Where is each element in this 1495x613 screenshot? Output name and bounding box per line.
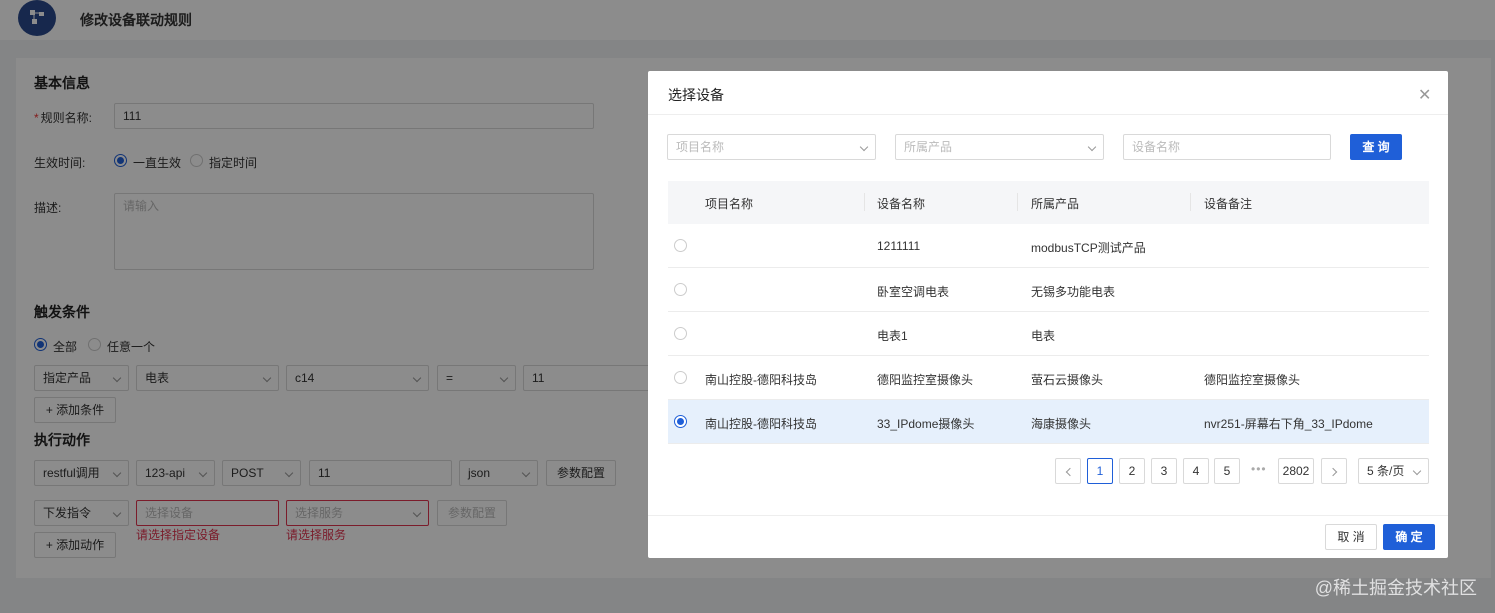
chevron-right-icon <box>1328 467 1337 477</box>
table-row[interactable]: 电表1 电表 <box>668 312 1429 356</box>
column-header-remark: 设备备注 <box>1204 197 1253 211</box>
column-header-project: 项目名称 <box>705 197 754 211</box>
watermark: @稀土掘金技术社区 <box>1314 578 1477 598</box>
cell-device: 1211111 <box>877 239 921 253</box>
header-divider <box>648 114 1448 115</box>
column-header-product: 所属产品 <box>1031 197 1080 211</box>
product-filter-select[interactable]: 所属产品 <box>895 134 1104 160</box>
table-row[interactable]: 南山控股-德阳科技岛 德阳监控室摄像头 萤石云摄像头 德阳监控室摄像头 <box>668 356 1429 400</box>
table-row[interactable]: 1211111 modbusTCP测试产品 <box>668 224 1429 268</box>
row-select-radio[interactable] <box>674 327 687 340</box>
page-1[interactable]: 1 <box>1087 458 1113 484</box>
chevron-left-icon <box>1065 467 1074 477</box>
cell-project: 南山控股-德阳科技岛 <box>705 373 817 387</box>
modal-title: 选择设备 <box>668 87 724 103</box>
column-separator <box>1017 193 1018 211</box>
table-header: 项目名称 设备名称 所属产品 设备备注 <box>668 181 1429 224</box>
row-select-radio[interactable] <box>674 283 687 296</box>
row-select-radio[interactable] <box>674 415 687 428</box>
cell-device: 电表1 <box>877 329 908 343</box>
cancel-button[interactable]: 取 消 <box>1325 524 1377 550</box>
next-page-button[interactable] <box>1321 458 1347 484</box>
column-header-device: 设备名称 <box>877 197 926 211</box>
device-name-filter-input[interactable]: 设备名称 <box>1123 134 1331 160</box>
cell-product: 海康摄像头 <box>1031 417 1092 431</box>
table-row[interactable]: 卧室空调电表 无锡多功能电表 <box>668 268 1429 312</box>
page-last[interactable]: 2802 <box>1278 458 1314 484</box>
confirm-button[interactable]: 确 定 <box>1383 524 1435 550</box>
cell-product: 萤石云摄像头 <box>1031 373 1104 387</box>
cell-device: 卧室空调电表 <box>877 285 950 299</box>
page-5[interactable]: 5 <box>1214 458 1240 484</box>
chevron-down-icon <box>1087 142 1097 152</box>
page-ellipsis[interactable]: ••• <box>1251 462 1267 476</box>
cell-device: 德阳监控室摄像头 <box>877 373 974 387</box>
cell-product: 无锡多功能电表 <box>1031 285 1116 299</box>
row-select-radio[interactable] <box>674 371 687 384</box>
column-separator <box>1190 193 1191 211</box>
project-filter-select[interactable]: 项目名称 <box>667 134 876 160</box>
page-4[interactable]: 4 <box>1183 458 1209 484</box>
cell-project: 南山控股-德阳科技岛 <box>705 417 817 431</box>
table-row-selected[interactable]: 南山控股-德阳科技岛 33_IPdome摄像头 海康摄像头 nvr251-屏幕右… <box>668 400 1429 444</box>
cell-remark: 德阳监控室摄像头 <box>1204 373 1301 387</box>
prev-page-button[interactable] <box>1055 458 1081 484</box>
chevron-down-icon <box>859 142 869 152</box>
close-icon[interactable]: ✕ <box>1418 85 1431 105</box>
page-3[interactable]: 3 <box>1151 458 1177 484</box>
cell-product: modbusTCP测试产品 <box>1031 241 1146 255</box>
select-device-modal: 选择设备 ✕ 项目名称 所属产品 设备名称 查 询 项目名称 设备名称 所属产品… <box>648 71 1448 558</box>
row-select-radio[interactable] <box>674 239 687 252</box>
query-button[interactable]: 查 询 <box>1350 134 1402 160</box>
column-separator <box>864 193 865 211</box>
footer-divider <box>648 515 1448 516</box>
cell-device: 33_IPdome摄像头 <box>877 417 975 431</box>
chevron-down-icon <box>1412 466 1422 476</box>
cell-product: 电表 <box>1031 329 1056 343</box>
cell-remark: nvr251-屏幕右下角_33_IPdome <box>1204 417 1373 431</box>
page-2[interactable]: 2 <box>1119 458 1145 484</box>
page-size-select[interactable]: 5 条/页 <box>1358 458 1429 484</box>
